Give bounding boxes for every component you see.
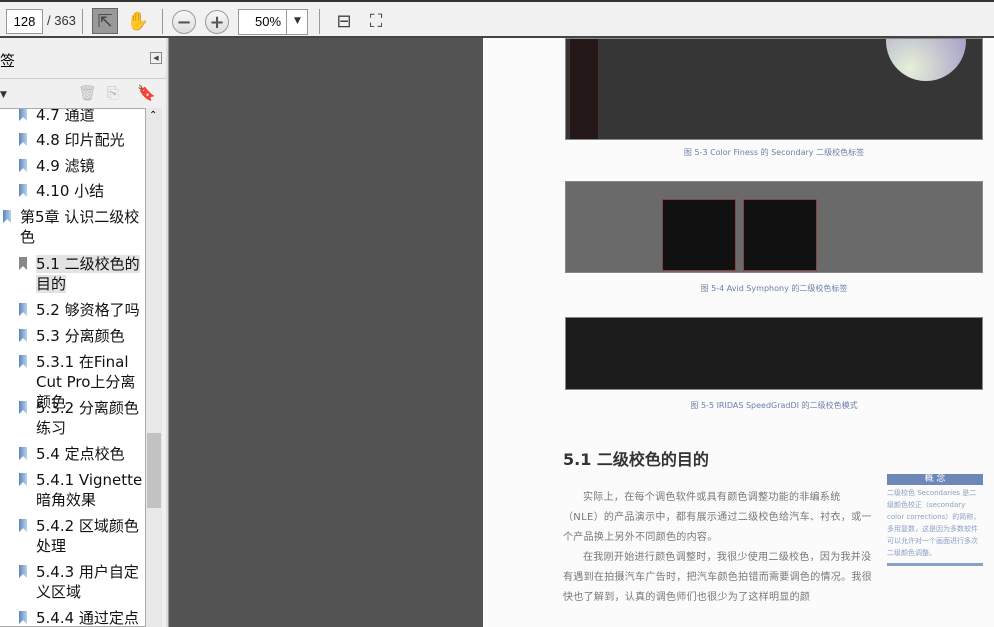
bookmark-label: 4.8 印片配光 [36,131,125,149]
chevron-down-icon[interactable]: ▼ [286,9,308,35]
figure-caption: 图 5-3 Color Finess 的 Secondary 二级校色标签 [683,148,865,157]
panel-title: 签 [0,52,16,70]
section-heading: 5.1 二级校色的目的 [563,450,709,469]
page-total: / 363 [47,13,76,28]
bookmark-item[interactable]: 4.10 小结 [19,181,144,201]
trash-icon[interactable]: 🗑 [78,84,97,102]
bookmark-label: 5.1 二级校色的目的 [36,255,140,293]
bookmark-icon [19,184,27,197]
bookmark-item[interactable]: 第5章 认识二级校色 [3,207,144,247]
bookmark-icon [19,303,27,316]
bookmark-label: 5.2 够资格了吗 [36,301,140,319]
divider [319,9,320,34]
bookmark-item[interactable]: 5.1 二级校色的目的 [19,254,144,294]
select-tool-icon[interactable]: ⇱ [92,8,118,34]
bookmark-item[interactable]: 5.3.2 分离颜色练习 [19,398,144,438]
fit-width-icon[interactable]: ⊟ [331,8,357,34]
bookmark-icon [19,447,27,460]
bookmark-icon [19,109,27,121]
bookmark-label: 5.4 定点校色 [36,445,125,463]
bookmark-label: 4.10 小结 [36,182,105,200]
bookmark-item[interactable]: 4.9 滤镜 [19,156,144,176]
zoom-in-icon[interactable]: + [205,10,229,34]
bookmark-label: 5.3.2 分离颜色练习 [36,399,139,437]
bookmark-icon [19,565,27,578]
fit-page-icon[interactable]: ⛶ [363,8,389,34]
bookmark-icon [19,159,27,172]
figure-caption: 图 5-5 IRIDAS SpeedGradDI 的二级校色模式 [690,401,858,410]
bookmark-icon [19,355,27,368]
hand-tool-icon[interactable]: ✋ [125,8,151,34]
bookmark-label: 4.9 滤镜 [36,157,95,175]
scroll-up-icon[interactable]: ⌃ [149,110,157,121]
concept-body: 二级校色 Secondaries 是二级颜色校正（secondary color… [887,489,981,557]
concept-title: 概 念 [887,474,983,485]
bookmark-item[interactable]: 5.4.2 区域颜色处理 [19,516,144,556]
bookmark-label: 5.3 分离颜色 [36,327,125,345]
bookmark-icon [19,401,27,414]
collapse-panel-icon[interactable]: ◀ [150,52,162,64]
bookmark-icon [19,473,27,486]
divider [82,9,83,34]
bookmark-icon [19,257,27,270]
bookmark-item[interactable]: 5.2 够资格了吗 [19,300,144,320]
figure-caption: 图 5-4 Avid Symphony 的二级校色标签 [700,284,848,293]
bookmark-item[interactable]: 5.4.4 通过定点 [19,608,144,627]
bookmark-label: 5.4.3 用户自定义区域 [36,563,139,601]
bookmark-tree: 4.7 通道 4.8 印片配光 4.9 滤镜 4.10 小结第5章 认识二级校色 5.1… [0,108,146,627]
paragraph: 在我刚开始进行颜色调整时，我很少使用二级校色，因为我并没有遇到在拍摄汽车广告时，… [563,552,872,603]
new-bookmark-icon[interactable]: 🔖 [137,84,156,102]
panel-splitter[interactable] [166,38,169,627]
bookmark-icon [19,611,27,624]
page-number-input[interactable]: 128 [6,9,43,34]
bookmark-icon [19,519,27,532]
figure-image [565,317,983,390]
bookmark-item[interactable]: 5.4 定点校色 [19,444,144,464]
bookmark-item[interactable]: 5.4.1 Vignette暗角效果 [19,470,144,510]
bookmark-label: 5.4.2 区域颜色处理 [36,517,139,555]
divider [162,9,163,34]
bookmark-label: 5.4.1 Vignette暗角效果 [36,471,143,509]
bookmark-item[interactable]: 5.4.3 用户自定义区域 [19,562,144,602]
bookmark-item[interactable]: 4.7 通道 [19,108,144,125]
zoom-out-icon[interactable]: − [172,10,196,34]
bookmarks-panel: 签 ◀ ▼ 🗑 ⎘ 🔖 4.7 通道 4.8 印片配光 4.9 滤镜 4.10 小结第… [0,38,166,627]
bookmark-item[interactable]: 5.3 分离颜色 [19,326,144,346]
bookmark-icon [3,210,11,223]
bookmark-label: 5.4.4 通过定点 [36,609,139,627]
toolbar: 128 / 363 ⇱ ✋ − + 50% ▼ ⊟ ⛶ [0,0,994,38]
bookmark-item[interactable]: 4.8 印片配光 [19,130,144,150]
figure-image [565,181,983,273]
bookmark-label: 第5章 认识二级校色 [20,208,140,246]
divider [0,78,166,79]
options-chevron-icon[interactable]: ▼ [0,90,7,100]
bookmark-properties-icon[interactable]: ⎘ [107,84,119,102]
bookmark-icon [19,329,27,342]
paragraph: 实际上，在每个调色软件或具有颜色调整功能的非编系统（NLE）的产品演示中，都有展… [563,492,872,543]
scrollbar[interactable]: ⌃ [146,108,162,627]
pdf-page: 图 5-3 Color Finess 的 Secondary 二级校色标签 图 … [483,38,994,627]
figure-image [565,38,983,140]
scrollbar-thumb[interactable] [147,433,161,508]
bookmark-label: 4.7 通道 [36,108,95,124]
bookmark-icon [19,133,27,146]
concept-sidebar: 概 念 二级校色 Secondaries 是二级颜色校正（secondary c… [887,474,983,596]
